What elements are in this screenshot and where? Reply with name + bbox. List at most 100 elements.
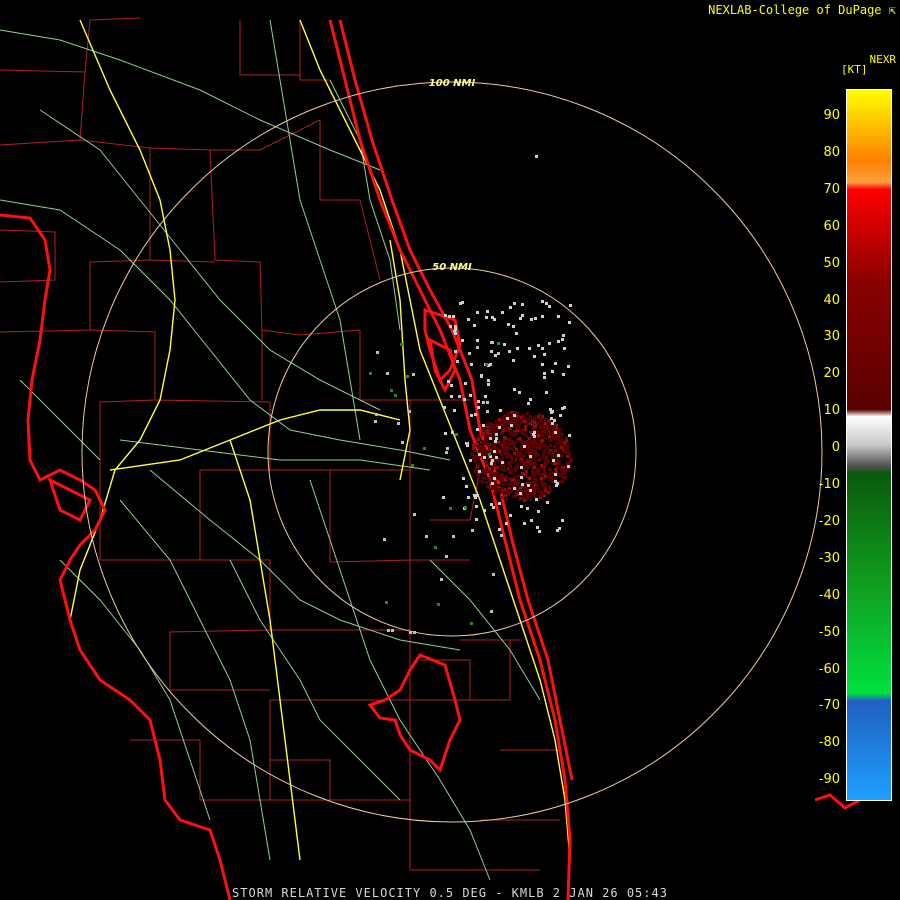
units-label: [KT] (841, 63, 868, 76)
radar-echo (498, 528, 501, 531)
radar-echo (512, 483, 515, 486)
radar-echo (492, 506, 495, 509)
range-ring-label-100: 100 NMI (429, 78, 476, 89)
radar-echo (506, 417, 509, 420)
radar-echo (508, 350, 511, 353)
radar-echo (491, 467, 494, 470)
radar-echo (566, 455, 569, 458)
radar-echo (543, 468, 546, 471)
radar-echo (555, 442, 558, 445)
radar-echo (518, 437, 521, 440)
radar-echo (477, 463, 480, 466)
radar-echo (369, 372, 372, 375)
radar-echo (551, 370, 554, 373)
radar-echo (487, 379, 490, 382)
radar-echo (503, 447, 506, 450)
radar-echo (486, 485, 489, 488)
radar-echo (486, 401, 489, 404)
radar-echo (497, 488, 500, 491)
radar-echo (524, 463, 527, 466)
radar-echo (534, 472, 537, 475)
radar-echo (520, 466, 523, 469)
radar-echo (561, 338, 564, 341)
radar-echo (386, 372, 389, 375)
color-scale-tick: 20 (823, 366, 840, 382)
color-scale-tick: 0 (831, 440, 840, 456)
radar-echo (462, 477, 465, 480)
radar-echo (479, 446, 482, 449)
radar-echo (534, 425, 537, 428)
radar-echo (527, 443, 530, 446)
radar-echo (537, 344, 540, 347)
radar-echo (544, 475, 547, 478)
radar-echo (539, 493, 542, 496)
radar-echo (546, 501, 549, 504)
radar-echo (494, 440, 497, 443)
radar-echo (520, 440, 523, 443)
radar-echo (503, 444, 506, 447)
radar-echo (566, 449, 569, 452)
radar-echo (549, 479, 552, 482)
color-scale-tick: -90 (818, 772, 840, 788)
radar-echo (533, 478, 536, 481)
radar-echo (535, 415, 538, 418)
radar-echo (501, 461, 504, 464)
radar-echo (534, 317, 537, 320)
radar-echo (531, 473, 534, 476)
radar-echo (520, 505, 523, 508)
radar-echo (482, 424, 485, 427)
radar-echo (562, 450, 565, 453)
radar-echo (554, 450, 557, 453)
radar-echo (509, 456, 512, 459)
radar-echo (440, 578, 443, 581)
color-scale-tick: -40 (818, 587, 840, 603)
radar-echo (495, 437, 498, 440)
radar-echo (516, 415, 519, 418)
radar-echo (534, 495, 537, 498)
radar-echo (490, 610, 493, 613)
radar-echo (516, 347, 519, 350)
radar-echo (523, 417, 526, 420)
radar-echo (552, 437, 555, 440)
color-scale-tick: 10 (823, 403, 840, 419)
radar-echo (474, 467, 477, 470)
radar-echo (543, 418, 546, 421)
radar-echo (561, 480, 564, 483)
radar-echo (545, 391, 548, 394)
radar-echo (453, 330, 456, 333)
radar-echo (529, 498, 532, 501)
radar-echo (568, 461, 571, 464)
radar-echo (562, 476, 565, 479)
radar-echo (560, 446, 563, 449)
radar-echo (558, 462, 561, 465)
radar-echo (468, 352, 471, 355)
radar-echo (562, 334, 565, 337)
color-scale-tick: 80 (823, 144, 840, 160)
radar-echo (507, 438, 510, 441)
radar-echo (523, 454, 526, 457)
radar-echo (540, 480, 543, 483)
radar-echo (482, 448, 485, 451)
color-scale-tick: -50 (818, 624, 840, 640)
radar-echo (514, 476, 517, 479)
radar-echo (482, 432, 485, 435)
radar-echo (550, 450, 553, 453)
radar-echo (495, 456, 498, 459)
radar-echo (567, 365, 570, 368)
color-scale-tick: -30 (818, 550, 840, 566)
radar-echo (543, 376, 546, 379)
range-ring-50 (267, 267, 637, 637)
radar-echo (524, 428, 527, 431)
radar-echo (498, 502, 501, 505)
radar-echo (387, 629, 390, 632)
color-scale-tick: 30 (823, 329, 840, 345)
color-scale-tick: 70 (823, 181, 840, 197)
radar-echo (569, 304, 572, 307)
radar-echo (516, 493, 519, 496)
radar-echo (529, 431, 532, 434)
radar-echo (467, 496, 470, 499)
radar-echo (540, 420, 543, 423)
radar-echo (533, 462, 536, 465)
radar-echo (507, 412, 510, 415)
radar-echo (455, 433, 458, 436)
